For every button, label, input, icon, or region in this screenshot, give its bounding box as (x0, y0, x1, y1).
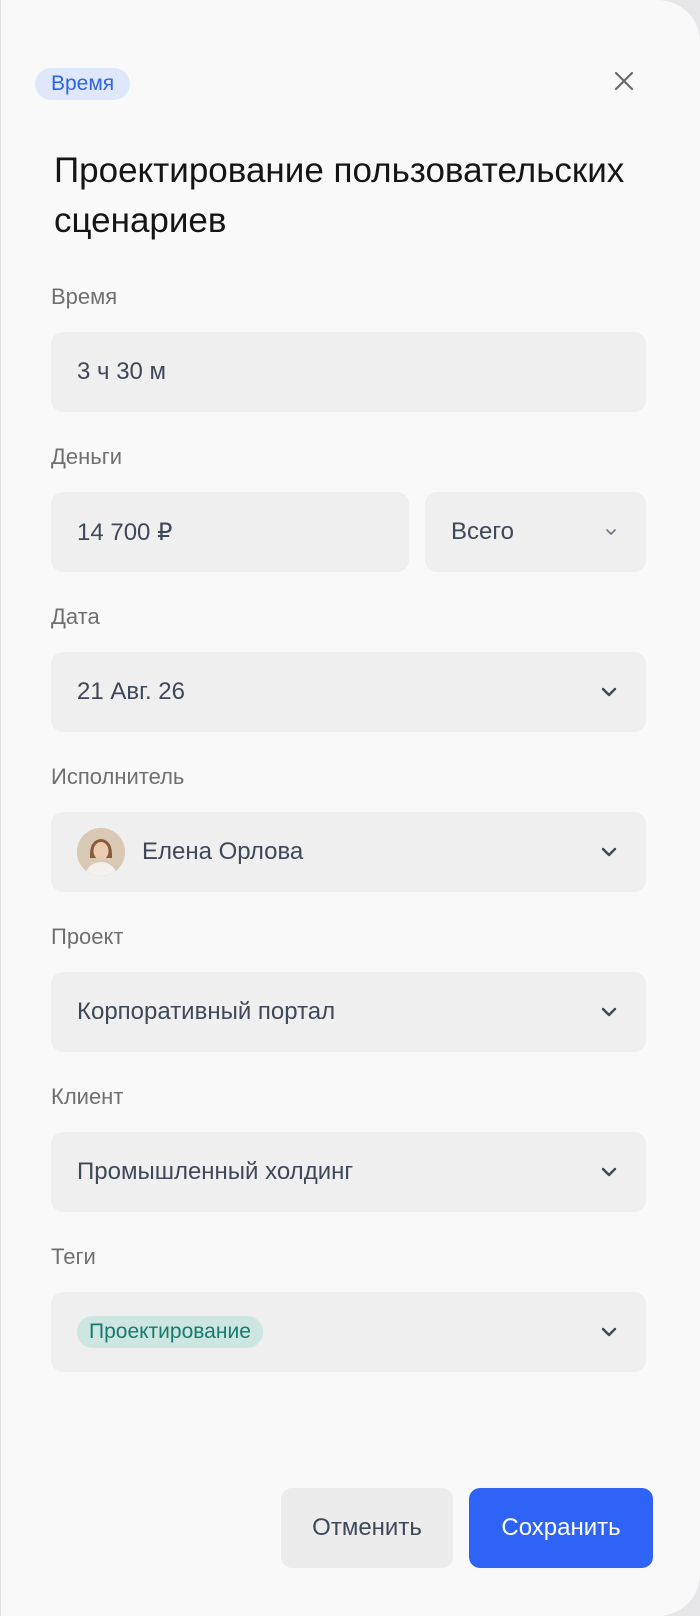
project-value: Корпоративный портал (77, 998, 336, 1025)
assignee-select[interactable]: Елена Орлова (51, 812, 646, 892)
chevron-down-icon (606, 529, 616, 535)
money-value: 14 700 ₽ (77, 518, 173, 546)
date-value: 21 Авг. 26 (77, 678, 185, 705)
date-select[interactable]: 21 Авг. 26 (51, 652, 646, 732)
time-input[interactable]: 3 ч 30 м (51, 332, 646, 412)
chevron-down-icon (601, 1007, 617, 1017)
close-icon[interactable] (607, 64, 641, 98)
assignee-label: Исполнитель (51, 764, 185, 789)
chevron-down-icon (601, 1327, 617, 1337)
client-select[interactable]: Промышленный холдинг (51, 1132, 646, 1212)
project-label: Проект (51, 924, 124, 949)
time-entry-panel: Время Проектирование пользовательских сц… (0, 0, 700, 1616)
money-label: Деньги (51, 444, 123, 469)
time-label: Время (51, 284, 118, 309)
project-select[interactable]: Корпоративный портал (51, 972, 646, 1052)
chevron-down-icon (601, 847, 617, 857)
tags-label: Теги (51, 1244, 96, 1269)
money-mode-select[interactable]: Всего (425, 492, 646, 572)
money-input[interactable]: 14 700 ₽ (51, 492, 409, 572)
cancel-button[interactable]: Отменить (281, 1488, 453, 1568)
tags-select[interactable]: Проектирование (51, 1292, 646, 1372)
time-value: 3 ч 30 м (77, 358, 167, 385)
money-mode-value: Всего (451, 518, 514, 545)
assignee-name: Елена Орлова (142, 838, 304, 865)
date-label: Дата (51, 604, 100, 629)
avatar (77, 828, 125, 876)
client-label: Клиент (51, 1084, 124, 1109)
page-title: Проектирование пользовательских сценарие… (54, 151, 625, 240)
client-value: Промышленный холдинг (77, 1158, 354, 1185)
tag-chip[interactable]: Проектирование (77, 1316, 263, 1348)
save-button[interactable]: Сохранить (469, 1488, 653, 1568)
entry-type-chip: Время (35, 68, 131, 100)
chevron-down-icon (601, 1167, 617, 1177)
chevron-down-icon (601, 687, 617, 697)
